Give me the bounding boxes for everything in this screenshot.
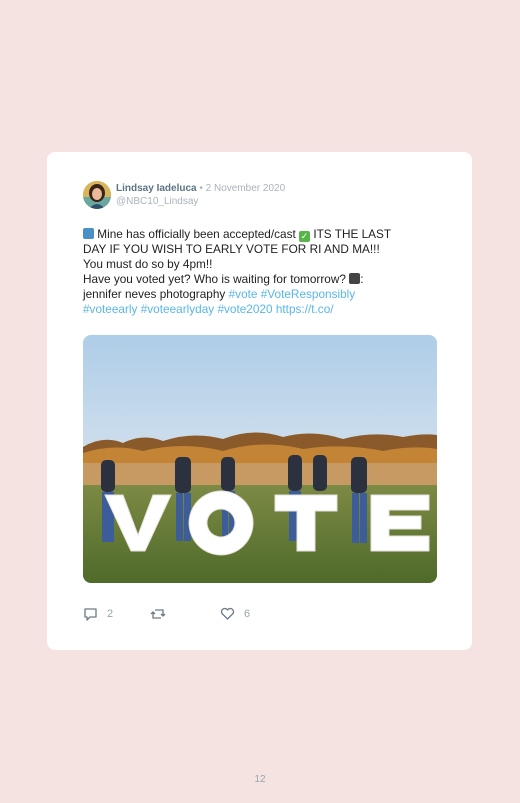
author-name[interactable]: Lindsay Iadeluca [116, 183, 197, 194]
tweet-date[interactable]: 2 November 2020 [206, 183, 286, 194]
tweet-line-5: jennifer neves photography #vote #VoteRe… [83, 287, 443, 302]
retweet-icon[interactable] [150, 607, 166, 621]
reply-action[interactable]: 2 [83, 605, 113, 623]
tweet-card[interactable]: Lindsay Iadeluca • 2 November 2020 @NBC1… [47, 152, 472, 650]
tweet-text-line-4: Have you voted yet? Who is waiting for t… [83, 272, 346, 286]
tweet-line-4: Have you voted yet? Who is waiting for t… [83, 272, 443, 287]
reply-icon[interactable] [83, 607, 98, 621]
page-number: 12 [254, 774, 266, 785]
avatar[interactable] [83, 181, 111, 209]
page: Lindsay Iadeluca • 2 November 2020 @NBC1… [0, 0, 520, 803]
camera-icon [349, 273, 361, 284]
hashtag-vote[interactable]: #vote [229, 287, 258, 301]
tweet-photo[interactable] [83, 335, 437, 583]
tweet-text: Mine has officially been accepted/cast ✓… [83, 227, 443, 317]
hashtag-voteresponsibly[interactable]: #VoteResponsibly [261, 287, 355, 301]
heart-icon[interactable] [220, 607, 235, 621]
hashtag-voteearlyday[interactable]: #voteearlyday [141, 302, 214, 316]
retweet-action[interactable] [150, 605, 166, 623]
tweet-text-line-1-tail: ITS THE LAST [313, 227, 392, 241]
like-count: 6 [244, 608, 251, 620]
author-handle[interactable]: @NBC10_Lindsay [116, 195, 198, 208]
ballot-box-icon [83, 228, 94, 239]
reply-count: 2 [107, 608, 114, 620]
check-mark-button-icon: ✓ [299, 231, 311, 242]
like-action[interactable]: 6 [220, 605, 250, 623]
author-line: Lindsay Iadeluca • 2 November 2020 [116, 182, 285, 195]
tweet-text-line-2: DAY IF YOU WISH TO EARLY VOTE FOR RI AND… [83, 242, 380, 256]
tweet-line-6: #voteearly #voteearlyday #vote2020 https… [83, 302, 443, 317]
tweet-actions: 2 6 [83, 605, 383, 623]
tweet-line-1: Mine has officially been accepted/cast ✓… [83, 227, 443, 242]
hashtag-voteearly[interactable]: #voteearly [83, 302, 137, 316]
tweet-text-line-1: Mine has officially been accepted/cast [97, 227, 296, 241]
tweet-text-line-4-tail: : [360, 272, 364, 286]
hashtag-vote2020[interactable]: #vote2020 [217, 302, 272, 316]
tweet-text-line-5: jennifer neves photography [83, 287, 226, 301]
tweet-link[interactable]: https://t.co/ [276, 302, 334, 316]
separator-dot: • [199, 183, 203, 194]
tweet-text-line-3: You must do so by 4pm!! [83, 257, 213, 271]
